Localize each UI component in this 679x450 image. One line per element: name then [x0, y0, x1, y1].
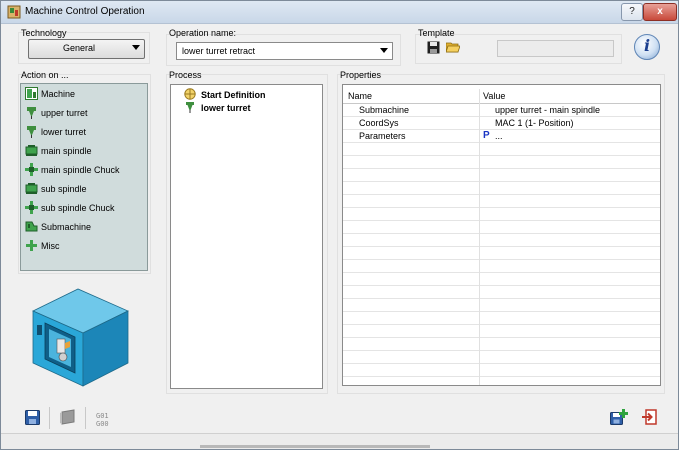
spindle-icon — [25, 183, 38, 194]
window-title: Machine Control Operation — [25, 6, 145, 17]
save-icon[interactable] — [25, 410, 40, 425]
action-item-sub-spindle[interactable]: sub spindle — [25, 181, 143, 197]
template-label: Template — [418, 28, 455, 38]
app-icon — [7, 5, 21, 19]
action-item-main-spindle[interactable]: main spindle — [25, 143, 143, 159]
info-icon: i — [643, 36, 651, 55]
action-item-main-spindle-chuck[interactable]: main spindle Chuck — [25, 162, 143, 178]
property-row-submachine[interactable]: Submachine upper turret - main spindle — [343, 104, 660, 116]
action-item-sub-spindle-chuck[interactable]: sub spindle Chuck — [25, 200, 143, 216]
toolbar-separator — [85, 407, 86, 429]
help-button[interactable]: ? — [621, 3, 643, 21]
properties-label: Properties — [340, 70, 382, 80]
properties-rows: Submachine upper turret - main spindle C… — [343, 104, 660, 385]
start-definition-icon — [184, 88, 196, 100]
close-button[interactable]: x — [643, 3, 677, 21]
toolbar-separator — [49, 407, 50, 429]
stock-icon[interactable] — [59, 409, 76, 425]
process-tree: Start Definition lower turret — [170, 84, 323, 389]
info-button[interactable]: i — [634, 34, 660, 60]
machine-control-operation-window: Machine Control Operation ? x Technology… — [0, 0, 679, 450]
machine-preview-image — [32, 288, 129, 387]
gcode-icon[interactable]: G01 G00 — [96, 412, 109, 428]
chevron-down-icon — [132, 45, 140, 50]
process-label: Process — [169, 70, 202, 80]
column-header-value[interactable]: Value — [483, 91, 505, 101]
parameters-ellipsis-button[interactable]: ... — [495, 131, 503, 141]
open-template-icon[interactable] — [446, 41, 460, 53]
chuck-icon — [25, 201, 38, 214]
action-item-machine[interactable]: Machine — [25, 86, 143, 102]
save-and-new-icon[interactable] — [610, 409, 628, 426]
exit-icon[interactable] — [641, 409, 657, 425]
process-item-start-definition[interactable]: Start Definition — [184, 88, 319, 102]
operation-name-value: lower turret retract — [182, 46, 256, 56]
action-item-submachine[interactable]: Submachine — [25, 219, 143, 235]
operation-name-label: Operation name: — [169, 28, 237, 38]
chevron-down-icon — [380, 48, 388, 53]
technology-selected: General — [62, 43, 96, 53]
technology-label: Technology — [21, 28, 67, 38]
taskbar-shadow — [200, 445, 430, 448]
submachine-icon — [25, 221, 38, 232]
turret-icon — [186, 102, 194, 113]
machine-icon — [25, 87, 38, 100]
turret-icon — [27, 126, 36, 138]
action-on-label: Action on ... — [21, 70, 69, 80]
plus-icon — [26, 240, 37, 251]
properties-grid: Name Value Submachine upper turret - mai… — [342, 84, 661, 386]
process-item-lower-turret[interactable]: lower turret — [184, 101, 319, 115]
action-item-upper-turret[interactable]: upper turret — [25, 105, 143, 121]
spindle-icon — [25, 145, 38, 156]
property-row-parameters[interactable]: Parameters P ... — [343, 130, 660, 142]
column-divider[interactable] — [479, 89, 480, 385]
chuck-icon — [25, 163, 38, 176]
save-template-icon[interactable] — [427, 41, 440, 54]
technology-dropdown[interactable]: General — [28, 39, 145, 59]
title-bar[interactable]: Machine Control Operation ? x — [1, 1, 678, 24]
property-row-coordsys[interactable]: CoordSys MAC 1 (1- Position) — [343, 117, 660, 129]
turret-icon — [27, 107, 36, 119]
properties-header: Name Value — [343, 89, 660, 104]
parameter-marker-icon: P — [483, 130, 490, 141]
action-item-lower-turret[interactable]: lower turret — [25, 124, 143, 140]
operation-name-combobox[interactable]: lower turret retract — [176, 42, 393, 60]
action-item-misc[interactable]: Misc — [25, 238, 143, 254]
column-header-name[interactable]: Name — [348, 91, 372, 101]
template-field[interactable] — [497, 40, 614, 57]
action-on-list: Machine upper turret lower turret main s… — [20, 83, 148, 271]
